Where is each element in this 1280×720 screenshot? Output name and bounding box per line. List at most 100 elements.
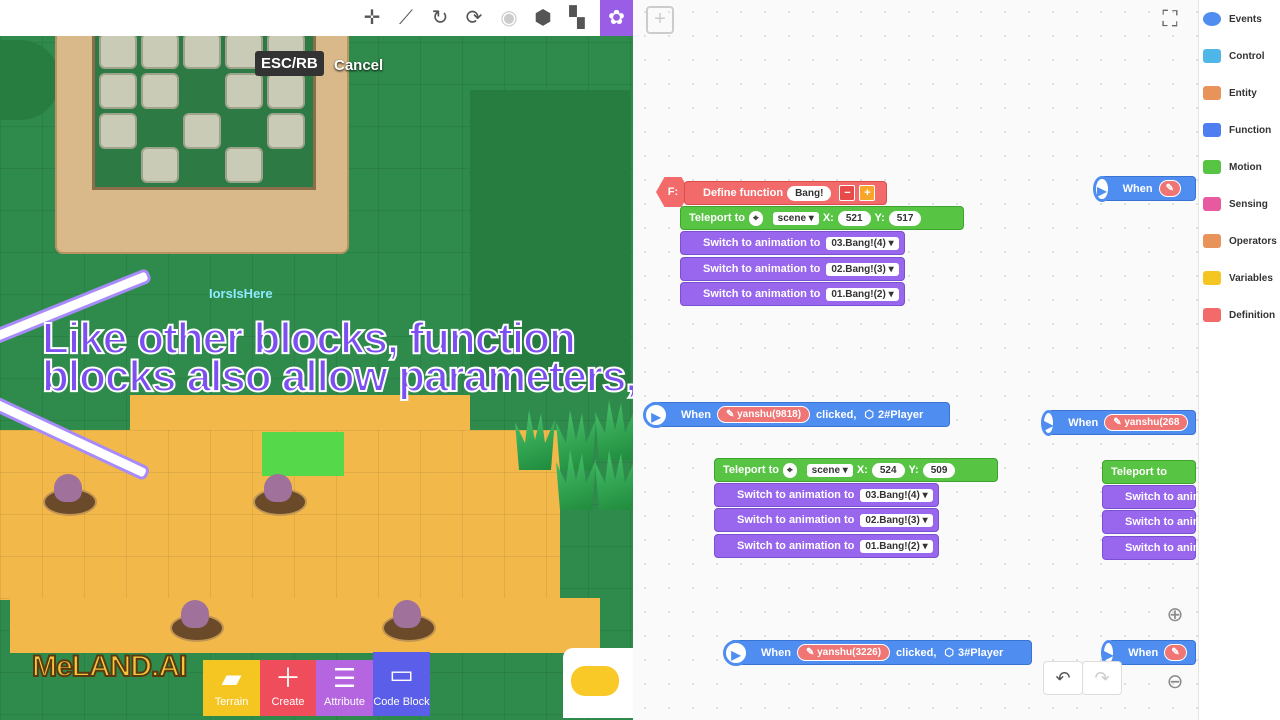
code-block-button[interactable]: ▭ Code Block [373,652,430,716]
game-viewport[interactable]: IorsIsHere Like other blocks, function b… [0,0,633,720]
plus-move-icon[interactable]: ✛ [360,6,384,30]
when-clicked-block[interactable]: ▶ When ✎ yanshu(3226) clicked, ⬡ 3#Playe… [723,639,1032,666]
add-icon[interactable]: + [646,6,674,34]
video-subtitle: Like other blocks, function blocks also … [41,316,633,401]
define-function-block[interactable]: Define function Bang! − + [684,181,887,205]
map-icon[interactable]: ▚ [565,6,589,30]
create-button[interactable]: ＋ Create [260,660,316,716]
category-operators[interactable]: Operators [1199,226,1280,256]
category-control[interactable]: Control [1199,41,1280,71]
animation-dropdown[interactable]: 01.Bang!(2) ▾ [826,287,899,301]
category-variables[interactable]: Variables [1199,263,1280,293]
meland-logo: MeLAND.AI [20,610,188,690]
gamepad-icon [571,666,619,696]
entity-selector[interactable]: ✎ [1164,644,1187,661]
palette-icon[interactable]: ✿ [600,0,633,36]
rotate-icon[interactable]: ↻ [428,6,452,30]
animation-value: 02.Bang!(3) [831,263,886,275]
when-block-partial[interactable]: ▶ When ✎ [1101,639,1196,666]
teleport-block-partial[interactable]: Teleport to [1102,460,1196,484]
switch-animation-block[interactable]: Switch to animation to 01.Bang!(2) ▾ [680,282,905,306]
mole-entity[interactable] [170,600,224,642]
animation-dropdown[interactable]: 03.Bang!(4) ▾ [826,236,899,250]
mole-entity[interactable] [382,600,436,642]
entity-selector[interactable]: ✎ yanshu(3226) [796,644,891,661]
entity-selector[interactable]: ✎ [1158,180,1181,197]
player-label: 2#Player [878,408,924,421]
block-category-palette: Events Control Entity Function Motion Se… [1198,0,1280,720]
category-events[interactable]: Events [1199,4,1280,34]
when-block-partial[interactable]: ▶ When ✎ [1093,175,1196,202]
redo-icon[interactable]: ↷ [1082,661,1122,695]
function-name-field[interactable]: Bang! [787,185,832,201]
fullscreen-icon[interactable]: ⛶ [1157,6,1183,32]
sliders-icon: ☰ [332,663,357,693]
when-clicked-block[interactable]: ▶ When ✎ yanshu(9818) clicked, ⬡ 2#Playe… [643,401,950,428]
scene-dropdown[interactable]: scene ▾ [806,463,853,477]
teleport-block[interactable]: Teleport to ⌖ scene ▾ X: 521 Y: 517 [680,206,964,230]
x-field[interactable]: 521 [837,210,871,226]
minus-icon[interactable]: − [839,185,856,201]
animation-dropdown[interactable]: 03.Bang!(4) ▾ [860,488,933,502]
cube-icon[interactable]: ⬢ [531,6,555,30]
play-icon: ▶ [1093,175,1111,202]
control-icon [1203,49,1221,63]
switch-animation-block[interactable]: Switch to animation to 02.Bang!(3) ▾ [714,508,939,532]
plus-icon[interactable]: + [859,185,876,201]
when-label: When [1068,416,1099,429]
switch-animation-block[interactable]: Switch to animation to 02.Bang!(3) ▾ [680,257,905,281]
switch-animation-block-partial[interactable]: Switch to anim [1102,536,1203,560]
clicked-label: clicked, [896,646,937,659]
definition-icon [1203,308,1221,322]
wand-icon[interactable]: ⟋ [394,6,418,30]
selected-tile[interactable] [262,432,344,476]
esc-key-hint: ESC/RB [255,51,324,76]
animation-dropdown[interactable]: 01.Bang!(2) ▾ [860,539,933,553]
category-motion[interactable]: Motion [1199,152,1280,182]
gamepad-button[interactable] [563,648,633,718]
code-editor[interactable]: + ⛶ [633,0,1198,720]
when-clicked-block-partial[interactable]: ▶ When ✎ yanshu(268 [1041,409,1196,436]
switch-animation-block-partial[interactable]: Switch to anim [1102,510,1203,534]
stone-tile [141,33,179,69]
switch-label: Switch to animation to [737,489,855,501]
x-label: X: [856,464,868,476]
category-function[interactable]: Function [1199,115,1280,145]
animation-dropdown[interactable]: 02.Bang!(3) ▾ [860,513,933,527]
category-entity[interactable]: Entity [1199,78,1280,108]
switch-label: Switch to anim [1125,516,1203,528]
y-field[interactable]: 517 [888,210,922,226]
plant [515,410,555,470]
undo-icon[interactable]: ↶ [1043,661,1083,695]
zoom-out-icon[interactable]: ⊖ [1163,670,1187,694]
x-field[interactable]: 524 [871,462,905,478]
play-icon: ▶ [1041,409,1057,436]
category-definition[interactable]: Definition [1199,300,1280,330]
y-field[interactable]: 509 [922,462,956,478]
switch-animation-block[interactable]: Switch to animation to 03.Bang!(4) ▾ [714,483,939,507]
terrain-button[interactable]: ▰ Terrain [203,660,260,716]
cancel-button[interactable]: Cancel [334,57,383,74]
switch-animation-block[interactable]: Switch to animation to 03.Bang!(4) ▾ [680,231,905,255]
scene-dropdown[interactable]: scene ▾ [772,211,819,225]
switch-label: Switch to animation to [703,237,821,249]
switch-animation-block[interactable]: Switch to animation to 01.Bang!(2) ▾ [714,534,939,558]
switch-animation-block-partial[interactable]: Switch to anim [1102,485,1203,509]
entity-selector[interactable]: ✎ yanshu(9818) [716,406,811,423]
animation-dropdown[interactable]: 02.Bang!(3) ▾ [826,262,899,276]
y-label: Y: [908,464,919,476]
refresh-icon[interactable]: ⟳ [462,6,486,30]
teleport-block[interactable]: Teleport to ⌖ scene ▾ X: 524 Y: 509 [714,458,998,482]
entity-selector[interactable]: ✎ yanshu(268 [1104,414,1189,431]
subtitle-line: blocks also allow parameters, [41,352,633,401]
mole-entity[interactable] [43,474,97,516]
attribute-button[interactable]: ☰ Attribute [316,660,373,716]
animation-value: 01.Bang!(2) [865,540,920,552]
app-frame: IorsIsHere Like other blocks, function b… [0,0,1280,720]
create-label: Create [271,696,305,708]
mole-entity[interactable] [253,474,307,516]
stone-tile [267,73,305,109]
zoom-in-icon[interactable]: ⊕ [1163,603,1187,627]
stop-icon[interactable]: ◉ [497,6,521,30]
category-sensing[interactable]: Sensing [1199,189,1280,219]
